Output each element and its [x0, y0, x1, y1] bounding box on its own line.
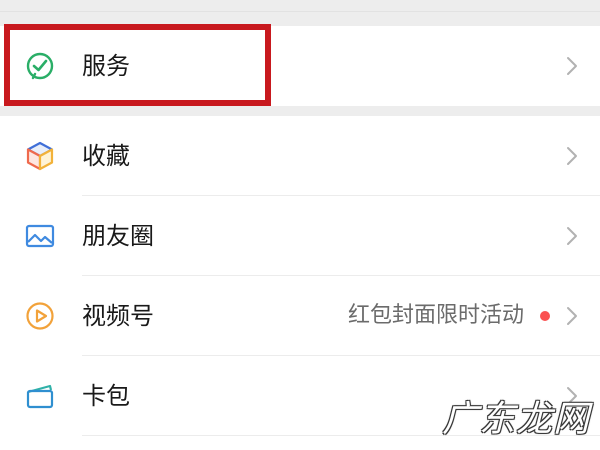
red-packet-promo-text: 红包封面限时活动	[347, 303, 524, 328]
favorites-cube-icon	[24, 140, 56, 172]
menu-item-label: 视频号	[82, 302, 154, 330]
menu-item-channels[interactable]: 视频号 红包封面限时活动	[0, 276, 600, 356]
channels-play-icon	[24, 300, 56, 332]
menu-item-label: 服务	[82, 52, 130, 80]
menu-item-moments[interactable]: 朋友圈	[0, 196, 600, 276]
service-check-icon	[24, 50, 56, 82]
chevron-right-icon	[564, 54, 580, 78]
menu-item-label: 收藏	[82, 142, 130, 170]
top-divider	[0, 11, 600, 12]
menu-item-favorites[interactable]: 收藏	[0, 116, 600, 196]
chevron-right-icon	[564, 144, 580, 168]
card-wallet-icon	[24, 380, 56, 412]
notification-badge	[540, 311, 550, 321]
chevron-right-icon	[564, 224, 580, 248]
menu-item-service[interactable]: 服务	[0, 26, 600, 106]
moments-picture-icon	[24, 220, 56, 252]
section-gap	[0, 106, 600, 116]
menu-item-label: 朋友圈	[82, 222, 154, 250]
chevron-right-icon	[564, 304, 580, 328]
menu-item-label: 卡包	[82, 382, 130, 410]
watermark: 广东龙网	[441, 399, 590, 440]
